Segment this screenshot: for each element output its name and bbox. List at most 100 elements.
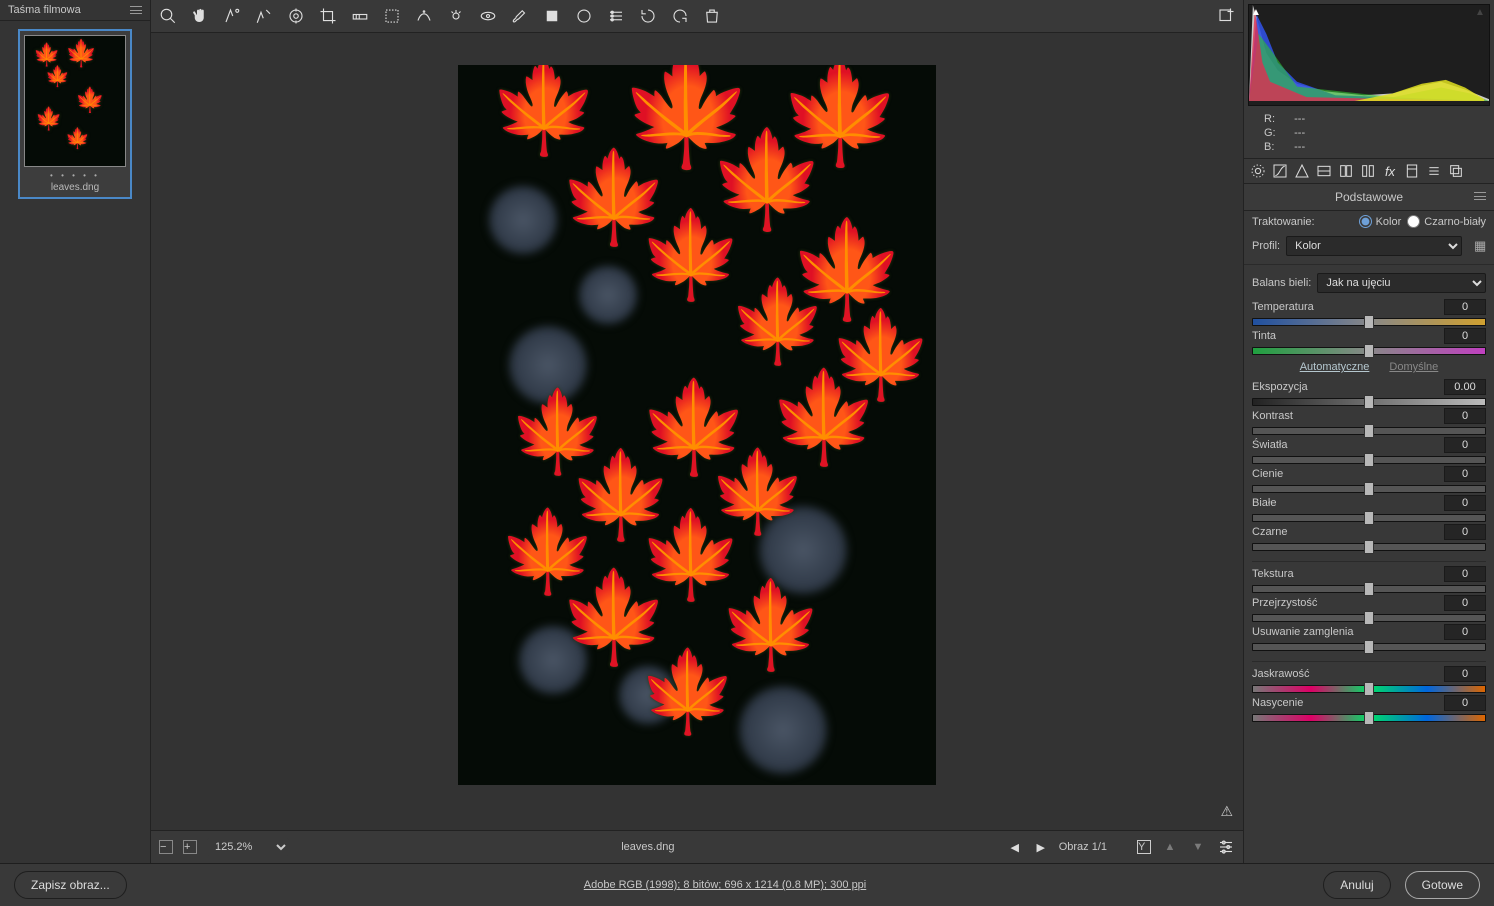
straighten-tool-icon[interactable] bbox=[351, 7, 369, 25]
tab-basic-icon[interactable] bbox=[1250, 163, 1266, 179]
canvas-area[interactable]: 🍁 🍁 🍁 🍁 🍁 🍁 🍁 🍁 🍁 🍁 🍁 🍁 🍁 🍁 🍁 🍁 bbox=[151, 33, 1243, 830]
slider-przejrzystosc[interactable]: Przejrzystość bbox=[1244, 593, 1494, 622]
slider-temperatura[interactable]: Temperatura bbox=[1244, 297, 1494, 326]
image-metadata-link[interactable]: Adobe RGB (1998); 8 bitów; 696 x 1214 (0… bbox=[584, 879, 867, 891]
color-sampler-tool-icon[interactable] bbox=[255, 7, 273, 25]
slider-nasycenie[interactable]: Nasycenie bbox=[1244, 693, 1494, 722]
bottom-bar: − + 125.2% leaves.dng ◀ ▶ Obraz 1/1 Y ▲ … bbox=[151, 830, 1243, 863]
linear-gradient-tool-icon[interactable] bbox=[543, 7, 561, 25]
prev-image-icon[interactable]: ◀ bbox=[1007, 839, 1023, 855]
auto-link[interactable]: Automatyczne bbox=[1300, 361, 1370, 373]
open-preferences-icon[interactable] bbox=[1217, 7, 1235, 25]
presets-tool-icon[interactable] bbox=[607, 7, 625, 25]
profile-select[interactable]: Kolor bbox=[1286, 236, 1462, 256]
tab-snapshots-icon[interactable] bbox=[1448, 163, 1464, 179]
compare-toggle-icon[interactable]: Y bbox=[1137, 840, 1151, 854]
slider-ekspozycja[interactable]: Ekspozycja bbox=[1244, 377, 1494, 406]
tab-lens-icon[interactable] bbox=[1360, 163, 1376, 179]
tekstura-input[interactable] bbox=[1444, 566, 1486, 582]
image-canvas: 🍁 🍁 🍁 🍁 🍁 🍁 🍁 🍁 🍁 🍁 🍁 🍁 🍁 🍁 🍁 🍁 bbox=[458, 65, 936, 785]
filmstrip-title: Taśma filmowa bbox=[8, 4, 81, 16]
tab-calibration-icon[interactable] bbox=[1404, 163, 1420, 179]
cancel-button[interactable]: Anuluj bbox=[1323, 871, 1390, 899]
cienie-input[interactable] bbox=[1444, 466, 1486, 482]
thumbnail-rating: • • • • • bbox=[24, 171, 126, 180]
tab-fx-icon[interactable]: fx bbox=[1382, 163, 1398, 179]
slider-tekstura[interactable]: Tekstura bbox=[1244, 564, 1494, 593]
zoom-tool-icon[interactable] bbox=[159, 7, 177, 25]
tinta-input[interactable] bbox=[1444, 328, 1486, 344]
grid-toggle-minus-icon[interactable]: − bbox=[159, 840, 173, 854]
slider-kontrast[interactable]: Kontrast bbox=[1244, 406, 1494, 435]
ekspozycja-input[interactable] bbox=[1444, 379, 1486, 395]
filmstrip-panel: Taśma filmowa 🍁 🍁 🍁 🍁 🍁 🍁 • • • • • leav… bbox=[0, 0, 151, 863]
treatment-bw-radio[interactable]: Czarno-biały bbox=[1407, 215, 1486, 228]
tab-curve-icon[interactable] bbox=[1272, 163, 1288, 179]
brush-tool-icon[interactable] bbox=[511, 7, 529, 25]
nasycenie-input[interactable] bbox=[1444, 695, 1486, 711]
masking-tool-icon[interactable] bbox=[479, 7, 497, 25]
toolbar bbox=[151, 0, 1243, 33]
histogram[interactable]: ▲ ▲ bbox=[1248, 4, 1490, 106]
radial-gradient-tool-icon[interactable] bbox=[575, 7, 593, 25]
tab-mixer-icon[interactable] bbox=[1316, 163, 1332, 179]
rotate-ccw-icon[interactable] bbox=[639, 7, 657, 25]
grid-toggle-plus-icon[interactable]: + bbox=[183, 840, 197, 854]
filmstrip-menu-icon[interactable] bbox=[130, 6, 142, 14]
white-balance-tool-icon[interactable] bbox=[223, 7, 241, 25]
wb-select[interactable]: Jak na ujęciu bbox=[1317, 273, 1486, 293]
spot-removal-tool-icon[interactable] bbox=[415, 7, 433, 25]
shadow-clip-icon[interactable]: ▲ bbox=[1251, 7, 1263, 19]
slider-biale[interactable]: Białe bbox=[1244, 493, 1494, 522]
przejrzystosc-input[interactable] bbox=[1444, 595, 1486, 611]
kontrast-input[interactable] bbox=[1444, 408, 1486, 424]
treatment-color-radio[interactable]: Kolor bbox=[1359, 215, 1402, 228]
rate-up-icon[interactable]: ▲ bbox=[1161, 838, 1179, 856]
slider-cienie[interactable]: Cienie bbox=[1244, 464, 1494, 493]
hand-tool-icon[interactable] bbox=[191, 7, 209, 25]
profile-browser-icon[interactable]: ▦ bbox=[1468, 237, 1486, 255]
swiatla-input[interactable] bbox=[1444, 437, 1486, 453]
filmstrip-thumbnail[interactable]: 🍁 🍁 🍁 🍁 🍁 🍁 • • • • • leaves.dng bbox=[18, 29, 132, 199]
footer: Zapisz obraz... Adobe RGB (1998); 8 bitó… bbox=[0, 863, 1494, 906]
slider-dehaze[interactable]: Usuwanie zamglenia bbox=[1244, 622, 1494, 651]
tab-split-icon[interactable] bbox=[1338, 163, 1354, 179]
wb-label: Balans bieli: bbox=[1252, 277, 1311, 289]
treatment-label: Traktowanie: bbox=[1252, 216, 1315, 228]
tab-presets-icon[interactable] bbox=[1426, 163, 1442, 179]
jaskrawosc-input[interactable] bbox=[1444, 666, 1486, 682]
slider-swiatla[interactable]: Światła bbox=[1244, 435, 1494, 464]
settings-sliders-icon[interactable] bbox=[1217, 838, 1235, 856]
profile-label: Profil: bbox=[1252, 240, 1280, 252]
target-adjust-tool-icon[interactable] bbox=[287, 7, 305, 25]
tab-detail-icon[interactable] bbox=[1294, 163, 1310, 179]
rotate-cw-icon[interactable] bbox=[671, 7, 689, 25]
redeye-tool-icon[interactable] bbox=[447, 7, 465, 25]
rate-down-icon[interactable]: ▼ bbox=[1189, 838, 1207, 856]
thumbnail-filename: leaves.dng bbox=[24, 182, 126, 193]
image-counter: Obraz 1/1 bbox=[1059, 841, 1107, 853]
current-filename: leaves.dng bbox=[621, 841, 674, 853]
crop-tool-icon[interactable] bbox=[319, 7, 337, 25]
panel-menu-icon[interactable] bbox=[1474, 192, 1486, 200]
thumbnail-image: 🍁 🍁 🍁 🍁 🍁 🍁 bbox=[24, 35, 126, 167]
warning-icon[interactable]: ⚠ bbox=[1220, 803, 1233, 820]
save-image-button[interactable]: Zapisz obraz... bbox=[14, 871, 127, 899]
slider-tinta[interactable]: Tinta bbox=[1244, 326, 1494, 355]
next-image-icon[interactable]: ▶ bbox=[1033, 839, 1049, 855]
temperatura-input[interactable] bbox=[1444, 299, 1486, 315]
trash-icon[interactable] bbox=[703, 7, 721, 25]
slider-jaskrawosc[interactable]: Jaskrawość bbox=[1244, 664, 1494, 693]
slider-czarne[interactable]: Czarne bbox=[1244, 522, 1494, 551]
biale-input[interactable] bbox=[1444, 495, 1486, 511]
highlight-clip-icon[interactable]: ▲ bbox=[1475, 7, 1487, 19]
panel-tabs: fx bbox=[1244, 158, 1494, 184]
done-button[interactable]: Gotowe bbox=[1405, 871, 1480, 899]
rgb-readout: R: --- G: --- B: --- bbox=[1244, 110, 1494, 158]
zoom-select[interactable]: 125.2% bbox=[207, 838, 289, 856]
czarne-input[interactable] bbox=[1444, 524, 1486, 540]
default-link[interactable]: Domyślne bbox=[1389, 361, 1438, 373]
dehaze-input[interactable] bbox=[1444, 624, 1486, 640]
transform-tool-icon[interactable] bbox=[383, 7, 401, 25]
panel-section-header: Podstawowe bbox=[1244, 184, 1494, 211]
